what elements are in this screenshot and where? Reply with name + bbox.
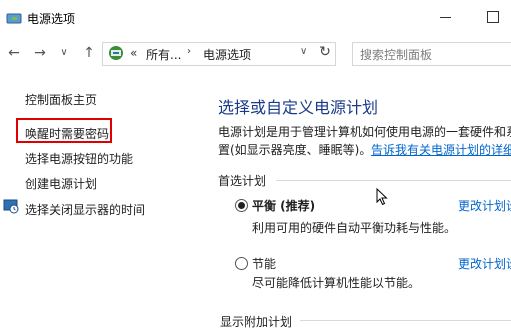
section-divider	[276, 180, 511, 181]
plan-balanced-radio[interactable]	[235, 199, 248, 212]
description-text: 电源计划是用于管理计算机如何使用电源的一套硬件和系	[218, 125, 511, 139]
plan-balanced-description: 利用可用的硬件自动平衡功耗与性能。	[252, 221, 457, 235]
breadcrumb-power-options[interactable]: 电源选项	[203, 46, 251, 63]
back-button[interactable]: ←	[5, 44, 23, 62]
power-options-icon	[6, 13, 22, 24]
page-title: 选择或自定义电源计划	[218, 98, 379, 117]
preferred-plans-heading: 首选计划	[218, 174, 267, 188]
recent-locations-dropdown[interactable]: ∨	[55, 44, 73, 62]
search-placeholder: 搜索控制面板	[360, 48, 433, 62]
minimize-button[interactable]	[431, 6, 461, 28]
forward-button[interactable]: →	[31, 44, 49, 62]
breadcrumb-overflow[interactable]: «	[130, 46, 137, 60]
change-plan-settings-link[interactable]: 更改计划设	[458, 197, 511, 214]
sidebar-item-control-panel-home[interactable]: 控制面板主页	[25, 91, 97, 108]
show-additional-plans-toggle[interactable]: 显示附加计划	[220, 313, 292, 330]
breadcrumb-separator[interactable]: ›	[187, 46, 191, 57]
up-button[interactable]: ↑	[80, 44, 98, 62]
mouse-pointer-icon	[376, 188, 388, 206]
address-dropdown-icon[interactable]: ∨	[300, 46, 307, 57]
sidebar-item-create-power-plan[interactable]: 创建电源计划	[25, 175, 97, 192]
plan-power-saver-description: 尽可能降低计算机性能以节能。	[252, 276, 421, 290]
sidebar-item-power-button-function[interactable]: 选择电源按钮的功能	[25, 150, 133, 167]
plan-power-saver-label[interactable]: 节能	[252, 255, 276, 272]
maximize-button[interactable]	[479, 6, 509, 28]
plan-power-saver-radio[interactable]	[235, 257, 248, 270]
sidebar-item-require-password-on-wakeup[interactable]: 唤醒时需要密码	[25, 125, 109, 142]
plan-balanced-label[interactable]: 平衡 (推荐)	[252, 197, 315, 214]
control-panel-icon	[109, 46, 123, 60]
sidebar-item-turn-off-display-time[interactable]: 选择关闭显示器的时间	[25, 201, 145, 218]
window-title: 电源选项	[27, 12, 76, 26]
learn-more-link[interactable]: 告诉我有关电源计划的详细	[371, 141, 511, 158]
refresh-button[interactable]: ↻	[317, 44, 333, 60]
change-plan-settings-link[interactable]: 更改计划设	[458, 255, 511, 272]
breadcrumb-all-items[interactable]: 所有...	[146, 46, 181, 63]
section-divider	[300, 320, 511, 321]
description-text-continued: 置(如显示器亮度、睡眠等)。	[218, 143, 372, 157]
display-clock-icon	[3, 199, 19, 214]
